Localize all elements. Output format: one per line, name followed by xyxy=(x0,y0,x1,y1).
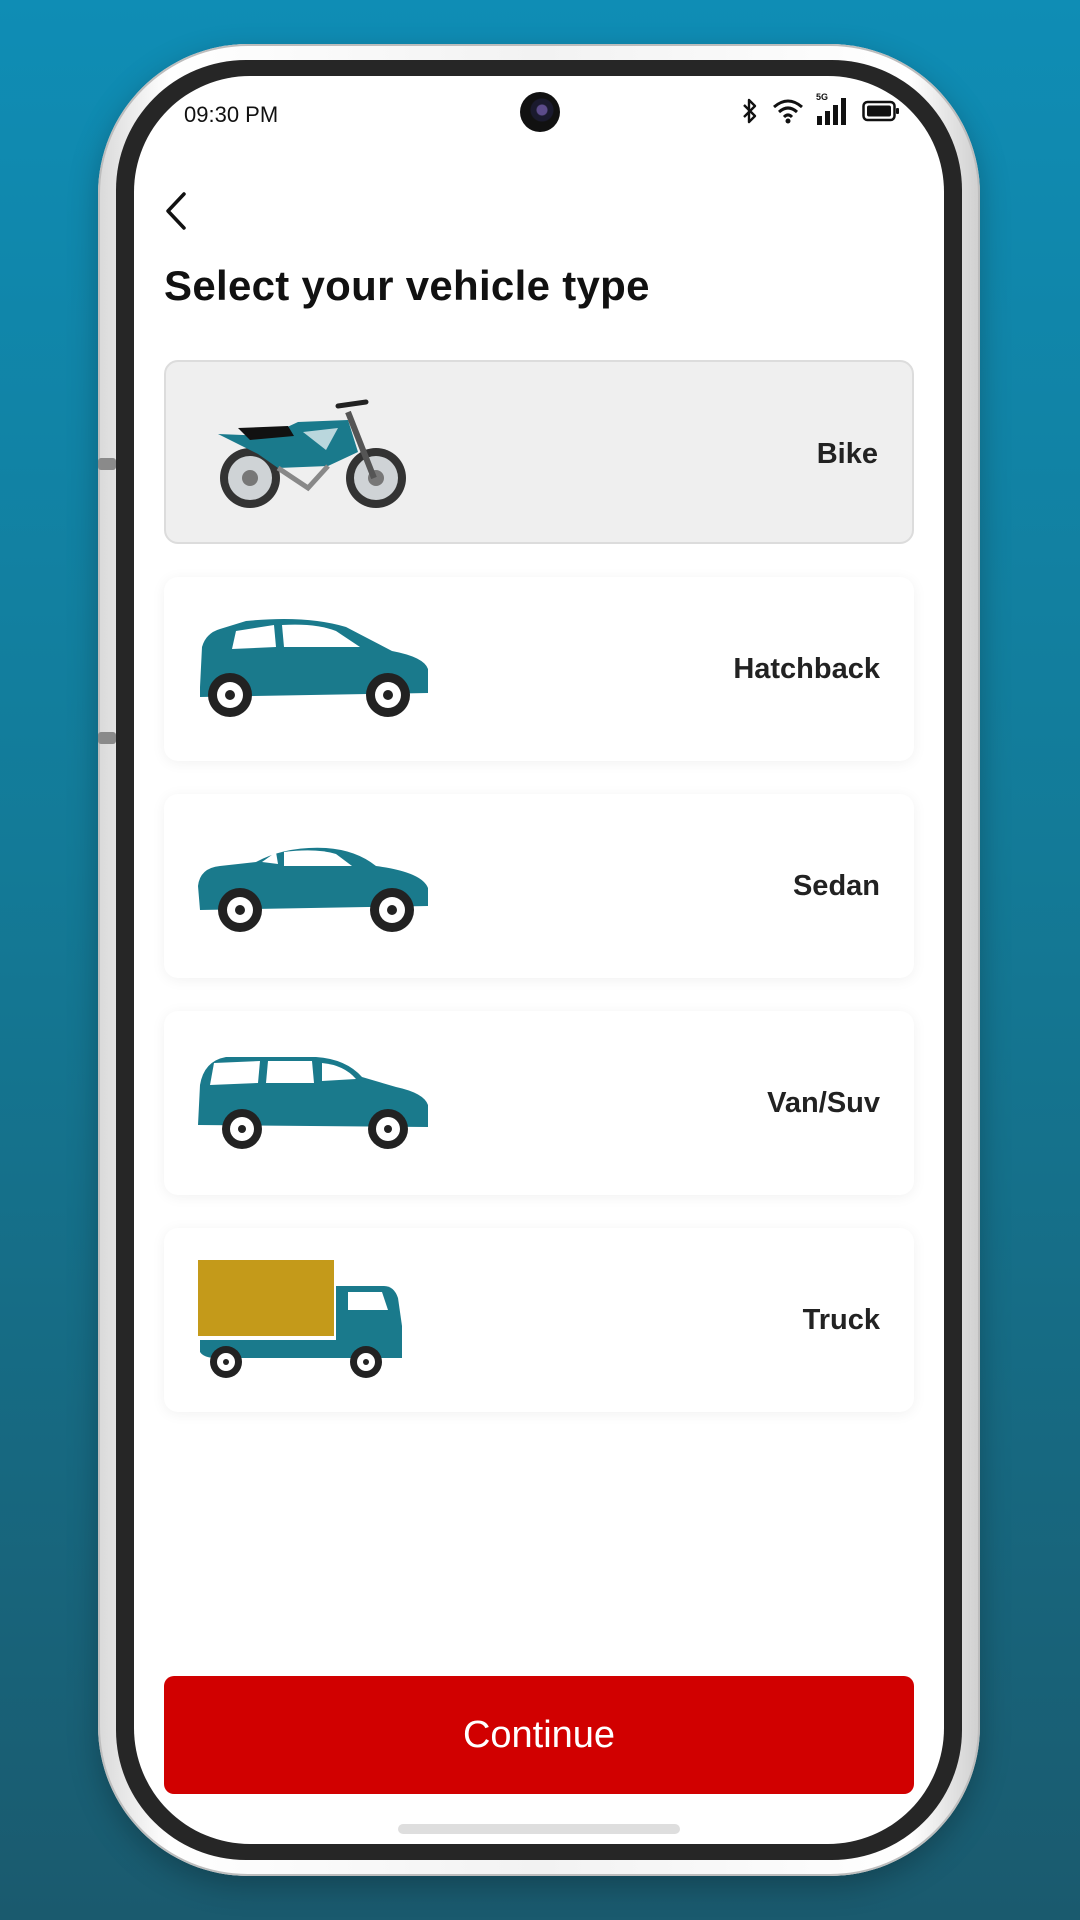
motorbike-icon xyxy=(218,399,406,508)
5g-signal-icon: 5G xyxy=(816,92,850,126)
phone-side-button-upper xyxy=(98,458,116,470)
back-button[interactable] xyxy=(158,186,198,236)
network-label: 5G xyxy=(816,92,829,102)
van-icon xyxy=(198,1057,428,1149)
continue-button[interactable]: Continue xyxy=(164,1676,914,1794)
bluetooth-icon xyxy=(740,97,760,125)
status-icons: 5G xyxy=(740,92,900,126)
vehicle-option-sedan[interactable]: Sedan xyxy=(164,794,914,978)
phone-side-button-lower xyxy=(98,732,116,744)
front-camera xyxy=(520,92,560,132)
vehicle-type-list: Bike Hatchback Sedan Van/Suv Truck xyxy=(164,360,914,1445)
chevron-left-icon xyxy=(166,192,186,230)
app-screen: 09:30 PM 5G Select your vehicle type Bik… xyxy=(134,76,944,1844)
vehicle-option-bike[interactable]: Bike xyxy=(164,360,914,544)
home-indicator[interactable] xyxy=(398,1824,680,1834)
sedan-icon xyxy=(198,847,428,932)
hatchback-icon xyxy=(200,619,428,717)
vehicle-label: Hatchback xyxy=(733,653,880,685)
vehicle-option-truck[interactable]: Truck xyxy=(164,1228,914,1412)
page-title: Select your vehicle type xyxy=(164,262,650,309)
vehicle-label: Van/Suv xyxy=(767,1087,880,1119)
battery-icon xyxy=(862,99,900,123)
vehicle-label: Bike xyxy=(816,438,878,470)
wifi-icon xyxy=(772,98,804,124)
vehicle-label: Sedan xyxy=(792,870,880,902)
vehicle-label: Truck xyxy=(802,1304,880,1336)
vehicle-option-van[interactable]: Van/Suv xyxy=(164,1011,914,1195)
truck-icon xyxy=(198,1260,402,1378)
vehicle-option-hatchback[interactable]: Hatchback xyxy=(164,577,914,761)
status-time: 09:30 PM xyxy=(184,102,279,127)
